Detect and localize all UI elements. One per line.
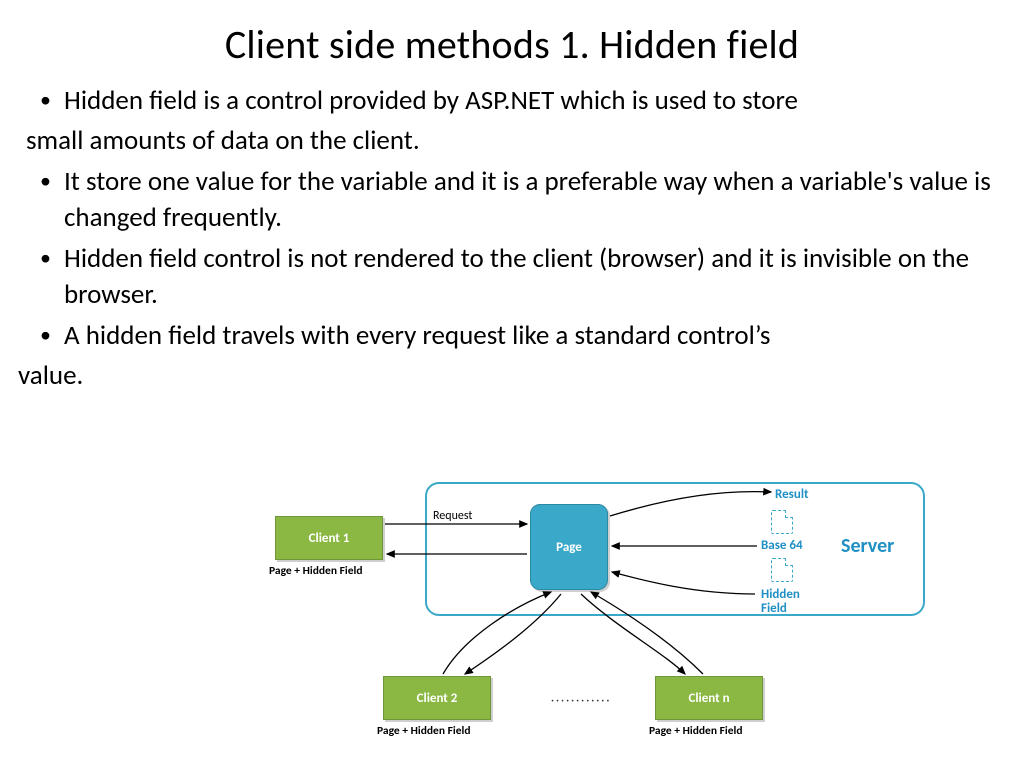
- bullet-1-cont: small amounts of data on the client.: [18, 123, 1006, 159]
- bullet-2: • It store one value for the variable an…: [18, 164, 1006, 237]
- diagram-arrows: [255, 476, 945, 756]
- bullet-2-text: It store one value for the variable and …: [64, 164, 1006, 237]
- bullet-1-text: Hidden field is a control provided by AS…: [64, 83, 1006, 119]
- bullet-dot: •: [18, 241, 64, 314]
- bullet-3: • Hidden field control is not rendered t…: [18, 241, 1006, 314]
- bullet-4-text: A hidden field travels with every reques…: [64, 318, 1006, 354]
- slide-title: Client side methods 1. Hidden field: [18, 20, 1006, 69]
- bullet-dot: •: [18, 83, 64, 119]
- bullet-dot: •: [18, 164, 64, 237]
- bullet-dot: •: [18, 318, 64, 354]
- bullet-4-cont: value.: [18, 358, 1006, 394]
- bullet-3-text: Hidden field control is not rendered to …: [64, 241, 1006, 314]
- bullet-4: • A hidden field travels with every requ…: [18, 318, 1006, 354]
- bullet-list: • Hidden field is a control provided by …: [18, 83, 1006, 395]
- bullet-1: • Hidden field is a control provided by …: [18, 83, 1006, 119]
- diagram: Server Page Client 1 Page + Hidden Field…: [255, 476, 945, 756]
